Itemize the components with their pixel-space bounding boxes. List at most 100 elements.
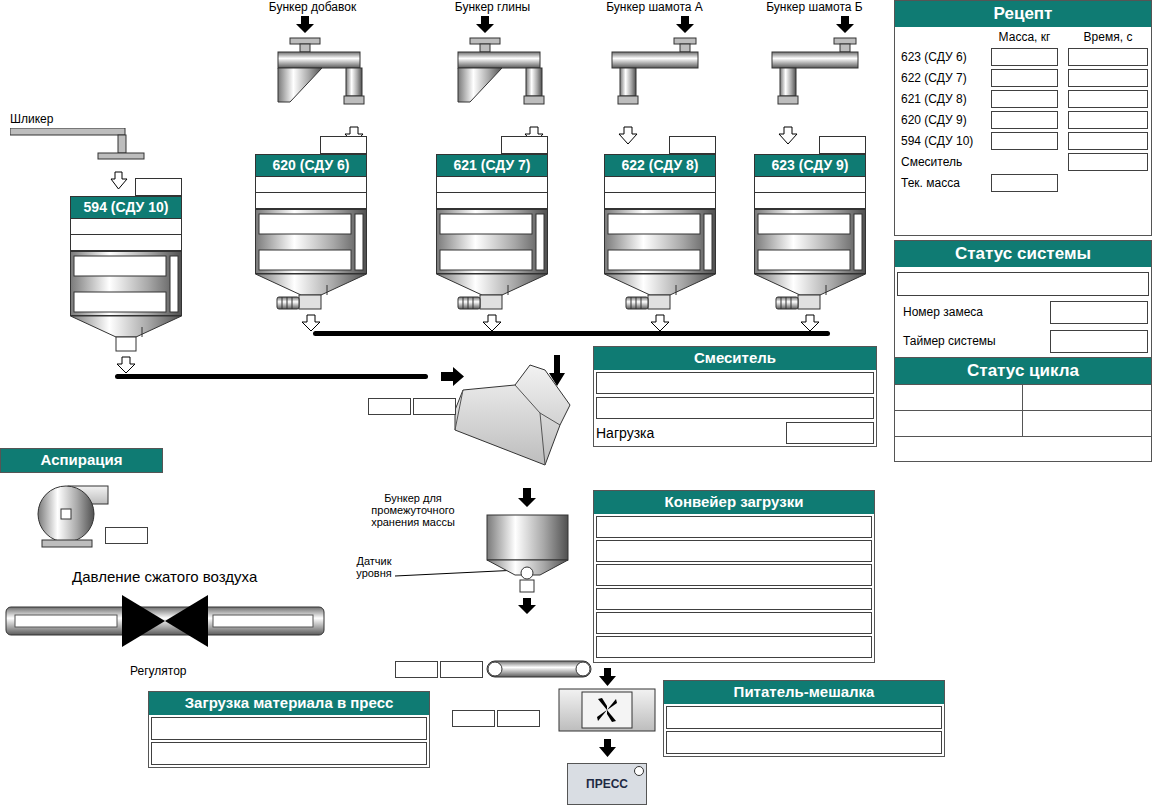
tank-indicator [669, 136, 716, 154]
bunker: Бункер добавок [250, 0, 375, 146]
bunker-shape [752, 14, 877, 146]
recipe-row: 623 (СДУ 6) [895, 47, 1151, 68]
regulator-label: Регулятор [130, 662, 186, 680]
conveyor-indicator [440, 661, 483, 678]
inclined-bunker-icon [430, 14, 555, 146]
tank-title: 594 (СДУ 10) [70, 196, 182, 219]
bunker-label: Бункер шамота Б [752, 0, 877, 14]
recipe-row: Тек. масса [895, 173, 1151, 194]
tank-field [255, 177, 367, 193]
tank-icon [754, 209, 866, 333]
tank-field [436, 177, 548, 193]
press-indicator [634, 766, 644, 776]
conveyor-indicator [395, 661, 438, 678]
tank-indicator [501, 136, 548, 154]
tank: 623 (СДУ 9) [754, 136, 866, 333]
conveyor-panel: Конвейер загрузки [593, 490, 875, 663]
time-field [1068, 132, 1148, 150]
time-field [1068, 153, 1148, 171]
aspiration-indicator [105, 527, 148, 544]
tank-body [604, 209, 716, 333]
bunker-label: Бункер глины [430, 0, 555, 14]
tank-title: 620 (СДУ 6) [255, 154, 367, 177]
tank-icon [604, 209, 716, 333]
recipe-panel: Рецепт Масса, кг Время, с 623 (СДУ 6)622… [894, 0, 1152, 236]
slip-label: Шликер [10, 112, 53, 126]
recipe-row: Смеситель [895, 152, 1151, 173]
tank-body [754, 209, 866, 333]
bunker-label: Бункер шамота А [592, 0, 717, 14]
status-field [897, 272, 1149, 296]
mass-field [991, 90, 1058, 108]
status-cell [895, 410, 1023, 436]
tank-field [604, 193, 716, 209]
tank-indicator [320, 136, 367, 154]
time-field [1068, 69, 1148, 87]
tank-indicator [135, 178, 182, 196]
time-field [1068, 48, 1148, 66]
value-field [596, 540, 872, 562]
value-field [596, 612, 872, 634]
bunker-shape [430, 14, 555, 146]
value-field [666, 731, 942, 754]
bunker-shape [592, 14, 717, 146]
tank-indicator [819, 136, 866, 154]
mass-field [991, 174, 1058, 192]
tank: 620 (СДУ 6) [255, 136, 367, 333]
feeder-panel: Питатель-мешалка [663, 680, 945, 757]
fan-icon [28, 482, 113, 550]
recipe-row: 620 (СДУ 9) [895, 110, 1151, 131]
valve-icon [5, 595, 325, 651]
value-field [151, 742, 427, 765]
load-field [786, 422, 874, 444]
tank-field [70, 235, 182, 251]
batch-number-label: Номер замеса [895, 303, 983, 321]
tank-field [604, 177, 716, 193]
mass-field [991, 69, 1058, 87]
load-label: Нагрузка [594, 423, 654, 443]
inclined-bunker-icon [250, 14, 375, 146]
arrow-right-icon [441, 367, 465, 387]
recipe-row: 621 (СДУ 8) [895, 89, 1151, 110]
press-box[interactable]: ПРЕСС [567, 763, 647, 805]
value-field [596, 588, 872, 610]
panel-title: Конвейер загрузки [594, 491, 874, 514]
system-status-panel: Статус системы Номер замеса Таймер систе… [894, 240, 1152, 358]
press-load-panel: Загрузка материала в пресс [148, 691, 430, 768]
value-field [596, 372, 874, 394]
recipe-row-label: 623 (СДУ 6) [895, 48, 991, 66]
panel-title: Рецепт [895, 1, 1151, 27]
arrow-down-icon [599, 739, 617, 759]
tank-icon [70, 251, 182, 375]
bunker: Бункер глины [430, 0, 555, 146]
bunker: Бункер шамота Б [752, 0, 877, 146]
straight-bunker-icon [592, 14, 717, 146]
press-label: ПРЕСС [586, 775, 628, 793]
bunker: Бункер шамота А [592, 0, 717, 146]
aspiration-title: Аспирация [0, 448, 163, 473]
value-field [596, 397, 874, 419]
panel-title: Смеситель [594, 347, 876, 370]
recipe-row-label: 620 (СДУ 9) [895, 111, 991, 129]
mixer-panel: Смеситель Нагрузка [593, 346, 877, 447]
tank-field [70, 219, 182, 235]
panel-title: Статус цикла [895, 358, 1151, 384]
column-header: Масса, кг [991, 28, 1058, 46]
value-field [666, 706, 942, 729]
spacer [991, 153, 1058, 171]
batch-number-field [1050, 301, 1148, 324]
feeder-mixer-icon [558, 688, 656, 732]
status-cell [895, 384, 1023, 410]
status-cell [1023, 410, 1151, 436]
bunker-label: Бункер добавок [250, 0, 375, 14]
panel-title: Загрузка материала в пресс [149, 692, 429, 715]
system-timer-field [1050, 330, 1148, 353]
mass-field [991, 48, 1058, 66]
value-field [596, 636, 872, 658]
tank-icon [436, 209, 548, 333]
tank-field [255, 193, 367, 209]
tank-body [436, 209, 548, 333]
recipe-row-label: Тек. масса [895, 174, 991, 192]
column-header: Время, с [1068, 28, 1148, 46]
bunker-shape [250, 14, 375, 146]
